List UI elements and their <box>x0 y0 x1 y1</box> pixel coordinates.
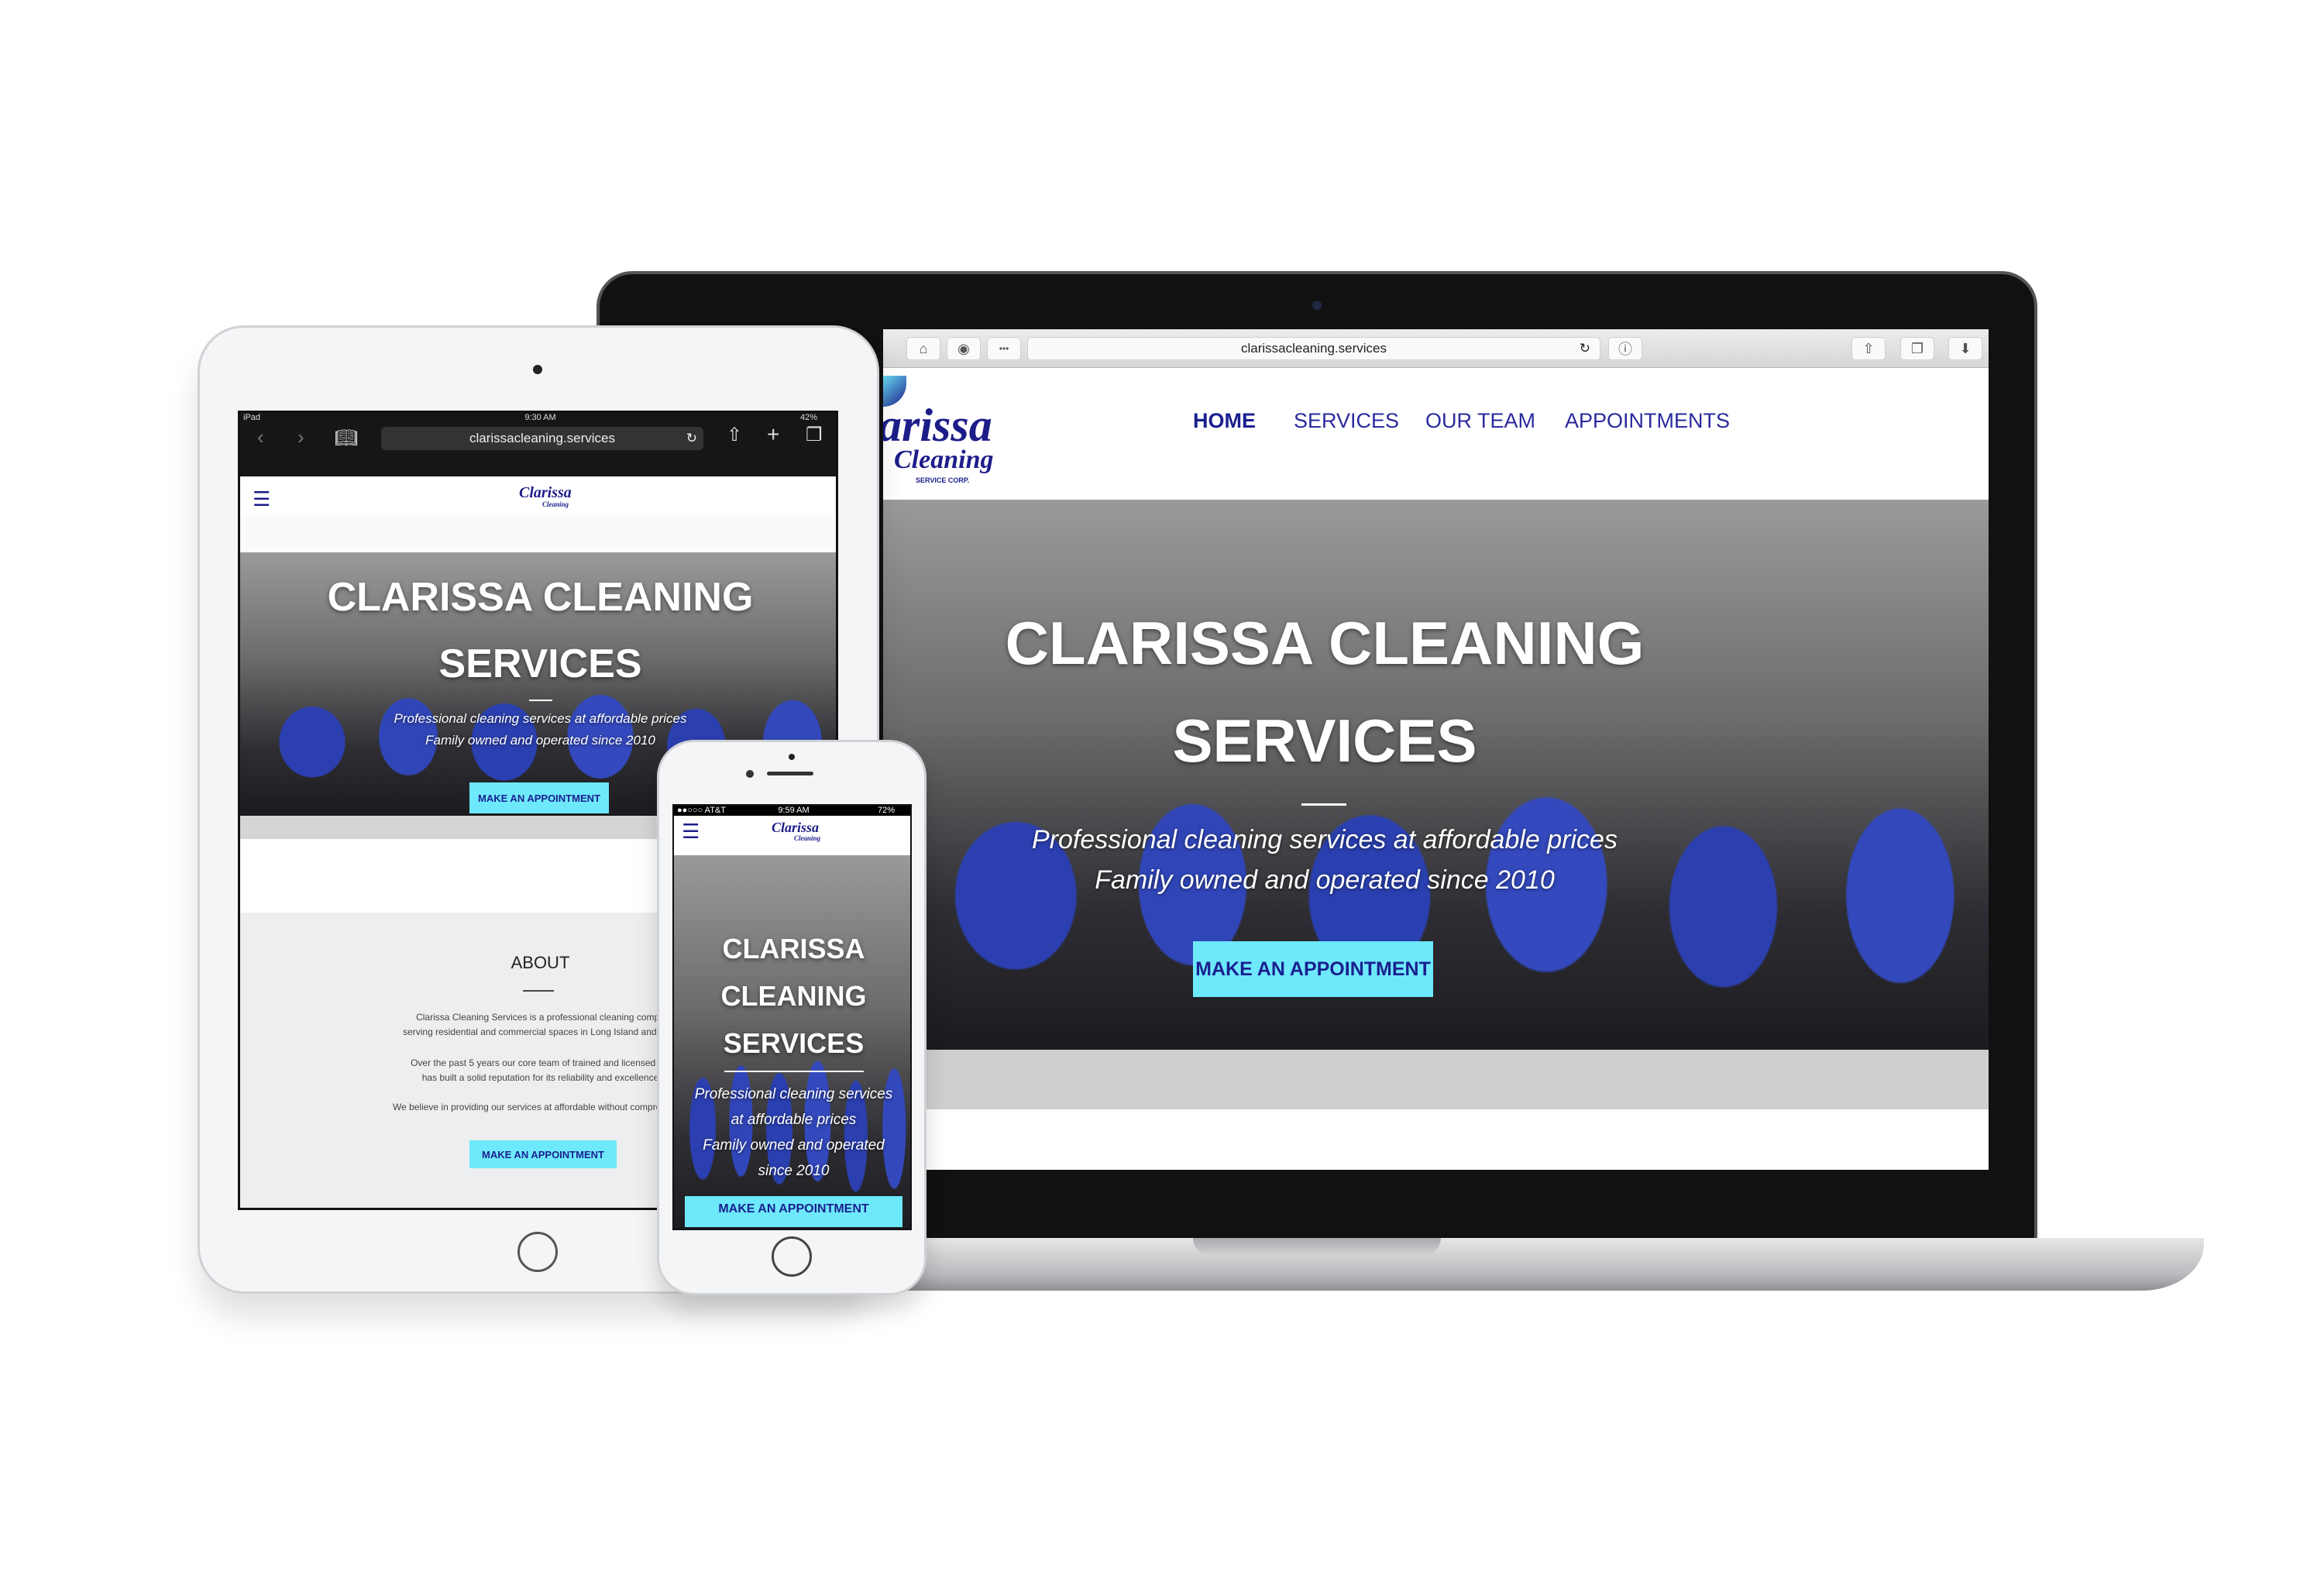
forward-icon[interactable]: › <box>297 425 304 449</box>
address-bar[interactable]: clarissacleaning.services ↻ <box>1027 337 1600 360</box>
reload-icon[interactable]: ↻ <box>1580 341 1590 356</box>
laptop-screen: ⌂ ◉ ••• clarissacleaning.services ↻ ⓘ ⇧ ❐… <box>883 329 1989 1170</box>
make-appointment-button[interactable]: MAKE AN APPOINTMENT <box>469 782 609 813</box>
iphone-screen: ●●○○○ AT&T 9:59 AM 72% ☰ Clarissa Cleani… <box>672 804 912 1230</box>
new-tab-icon[interactable]: + <box>767 422 779 447</box>
make-appointment-button[interactable]: MAKE AN APPOINTMENT <box>685 1196 902 1227</box>
hero-title-line: CLEANING <box>720 980 867 1012</box>
url-text: clarissacleaning.services <box>1240 341 1387 356</box>
hamburger-menu-icon[interactable]: ☰ <box>253 487 270 511</box>
hamburger-menu-icon[interactable]: ☰ <box>682 820 700 844</box>
iphone-hero: CLARISSA CLEANING SERVICES Professional … <box>674 855 910 1229</box>
info-icon[interactable]: ⓘ <box>1608 337 1642 360</box>
iphone-status-bar: ●●○○○ AT&T 9:59 AM 72% <box>674 806 910 816</box>
iphone-front-camera <box>746 770 754 778</box>
iphone-site-logo[interactable]: Clarissa <box>772 820 819 836</box>
ipad-safari-bar: iPad 9:30 AM 42% ‹ › 📖︎ clarissacleaning… <box>240 413 836 476</box>
hero-subtitle-line: Family owned and operated <box>703 1137 885 1154</box>
hero-title-line1: CLARISSA CLEANING <box>1005 609 1645 677</box>
hero-subtitle-line: at affordable prices <box>731 1112 857 1128</box>
status-battery: 72% <box>877 806 895 815</box>
iphone-speaker <box>767 772 813 775</box>
tabs-icon[interactable]: ❐ <box>806 424 823 446</box>
share-icon[interactable]: ⇧ <box>1851 337 1886 360</box>
hero-title-line2: SERVICES <box>1172 707 1477 775</box>
about-divider <box>523 990 554 992</box>
home-icon[interactable]: ⌂ <box>906 337 940 360</box>
more-icon[interactable]: ••• <box>987 337 1021 360</box>
nav-appointments[interactable]: APPOINTMENTS <box>1565 409 1730 433</box>
download-icon[interactable]: ⬇ <box>1948 337 1982 360</box>
site-logo-corp: SERVICE CORP. <box>916 476 970 484</box>
site-logo-sub: Cleaning <box>894 445 994 474</box>
iphone-site-logo-sub: Cleaning <box>794 834 821 842</box>
hero-title-line1: CLARISSA CLEANING <box>327 575 754 620</box>
nav-our-team[interactable]: OUR TEAM <box>1425 409 1535 433</box>
back-icon[interactable]: ‹ <box>257 425 264 449</box>
hero-title-line: SERVICES <box>723 1027 865 1059</box>
hero-subtitle-line1: Professional cleaning services at afford… <box>394 711 687 726</box>
screenshot-icon[interactable]: ◉ <box>947 337 981 360</box>
bookmarks-icon[interactable]: 📖︎ <box>335 427 358 449</box>
hero-title-line2: SERVICES <box>438 641 642 686</box>
ipad-site-logo[interactable]: Clarissa <box>519 484 572 502</box>
hero-divider <box>529 700 552 701</box>
make-appointment-button[interactable]: MAKE AN APPOINTMENT <box>1193 941 1433 997</box>
ipad-camera-icon <box>533 365 542 374</box>
about-make-appointment-button[interactable]: MAKE AN APPOINTMENT <box>469 1140 617 1168</box>
status-battery: 42% <box>799 413 817 422</box>
camera-icon <box>1312 301 1322 310</box>
hero-subtitle-line2: Family owned and operated since 2010 <box>1095 865 1555 895</box>
hero-subtitle-line1: Professional cleaning services at afford… <box>1032 825 1618 854</box>
reload-icon[interactable]: ↻ <box>686 431 697 446</box>
iphone-camera-icon <box>789 754 795 760</box>
share-icon[interactable]: ⇧ <box>727 424 742 446</box>
status-time: 9:30 AM <box>524 413 556 422</box>
laptop-notch <box>1193 1238 1441 1255</box>
site-header: arissa Cleaning SERVICE CORP. HOME SERVI… <box>883 368 1989 500</box>
hero-subtitle-line: Professional cleaning services <box>694 1086 893 1102</box>
nav-services[interactable]: SERVICES <box>1294 409 1399 433</box>
hero-title-line: CLARISSA <box>722 933 865 964</box>
tabs-icon[interactable]: ❐ <box>1900 337 1934 360</box>
site-logo[interactable]: arissa <box>883 399 992 452</box>
ipad-address-bar[interactable]: clarissacleaning.services ↻ <box>381 427 703 450</box>
hero-divider <box>724 1071 864 1072</box>
hero-subtitle: Professional cleaning services at afford… <box>674 1081 910 1184</box>
iphone-home-button[interactable] <box>772 1236 812 1277</box>
ipad-home-button[interactable] <box>517 1232 558 1272</box>
hero-divider <box>1301 803 1346 806</box>
url-text: clarissacleaning.services <box>469 431 616 445</box>
section-band <box>883 1050 1989 1109</box>
browser-toolbar: ⌂ ◉ ••• clarissacleaning.services ↻ ⓘ ⇧ ❐… <box>883 329 1989 368</box>
hero-title: CLARISSA CLEANING SERVICES <box>674 925 910 1067</box>
hero-section: CLARISSA CLEANING SERVICES Professional … <box>883 500 1989 1050</box>
hero-subtitle-line: since 2010 <box>758 1163 830 1179</box>
nav-home[interactable]: HOME <box>1193 409 1256 433</box>
ipad-site-logo-sub: Cleaning <box>542 500 569 508</box>
header-gap <box>240 515 836 552</box>
status-time: 9:59 AM <box>778 806 810 815</box>
